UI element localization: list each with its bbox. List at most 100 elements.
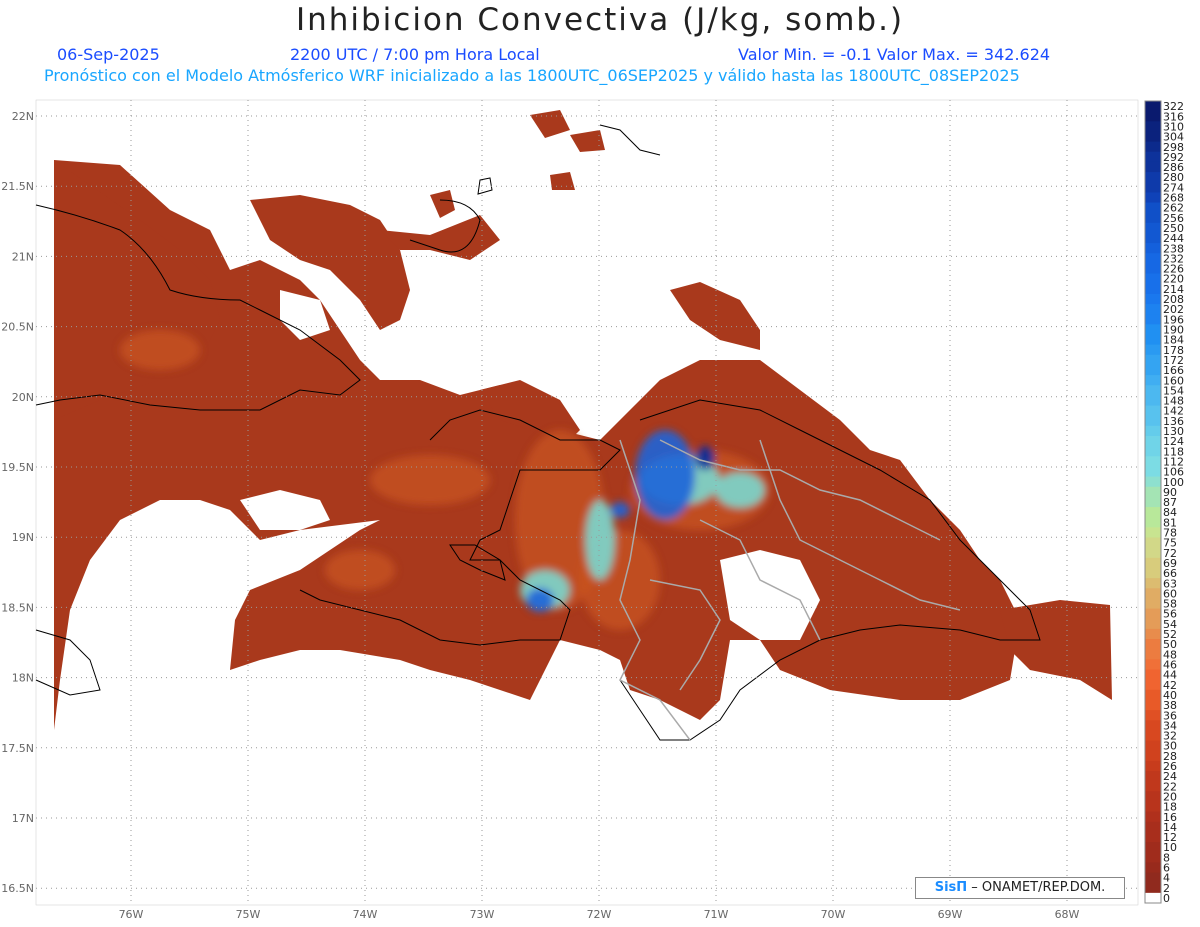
colorbar-swatch <box>1145 547 1161 559</box>
lon-label: 70W <box>821 908 846 921</box>
lat-label: 17.5N <box>1 742 34 755</box>
colorbar-swatch <box>1145 801 1161 813</box>
lon-label: 69W <box>938 908 963 921</box>
colorbar-swatch <box>1145 608 1161 620</box>
lat-label: 18N <box>12 672 34 685</box>
colorbar-swatch <box>1145 659 1161 671</box>
colorbar-swatch <box>1145 791 1161 802</box>
colorbar-swatch <box>1145 496 1161 508</box>
lon-label: 75W <box>236 908 261 921</box>
colorbar-swatch <box>1145 771 1161 782</box>
lat-label: 19N <box>12 531 34 544</box>
lat-label: 21N <box>12 250 34 263</box>
colorbar-swatch <box>1145 537 1161 549</box>
colorbar-swatch <box>1145 324 1161 335</box>
lat-label: 18.5N <box>1 601 34 614</box>
colorbar-swatch <box>1145 578 1161 589</box>
colorbar-swatch <box>1145 425 1161 437</box>
colorbar-swatch <box>1145 852 1161 863</box>
colorbar-swatch <box>1145 527 1161 539</box>
colorbar: 3223163103042982922862802742682622562502… <box>1144 100 1184 905</box>
sispi-logo: SisΠ <box>934 880 968 895</box>
colorbar-swatch <box>1145 222 1161 234</box>
colorbar-swatch <box>1145 415 1161 427</box>
lat-label: 20.5N <box>1 321 34 334</box>
colorbar-swatch <box>1145 872 1161 884</box>
colorbar-swatch <box>1145 212 1161 224</box>
colorbar-swatch <box>1145 446 1161 457</box>
colorbar-swatch <box>1145 476 1161 488</box>
colorbar-swatch <box>1145 598 1161 610</box>
colorbar-swatch <box>1145 567 1161 579</box>
colorbar-swatch <box>1145 517 1161 528</box>
lon-label: 76W <box>119 908 144 921</box>
colorbar-swatch <box>1145 588 1161 599</box>
colorbar-swatch <box>1145 151 1161 163</box>
colorbar-swatch <box>1145 202 1161 214</box>
map-canvas: 22N 21.5N 21N 20.5N 20N 19.5N 19N 18.5N 18N 17.5N… <box>1 99 1184 921</box>
colorbar-swatch <box>1145 862 1161 874</box>
colorbar-swatch <box>1145 436 1161 447</box>
colorbar-swatch <box>1145 679 1161 691</box>
lon-label: 74W <box>353 908 378 921</box>
colorbar-swatch <box>1145 628 1161 640</box>
colorbar-swatch <box>1145 618 1161 630</box>
colorbar-swatch <box>1145 192 1161 204</box>
lon-label: 68W <box>1055 908 1080 921</box>
colorbar-swatch <box>1145 111 1161 122</box>
colorbar-swatch <box>1145 760 1161 772</box>
colorbar-swatch <box>1145 720 1161 731</box>
colorbar-swatch <box>1145 172 1161 183</box>
colorbar-swatch <box>1145 232 1161 244</box>
colorbar-swatch <box>1145 405 1161 417</box>
lon-label: 71W <box>704 908 729 921</box>
colorbar-swatch <box>1145 557 1161 569</box>
colorbar-swatch <box>1145 740 1161 752</box>
colorbar-swatch <box>1145 882 1161 894</box>
colorbar-swatch <box>1145 334 1161 346</box>
colorbar-swatch <box>1145 263 1161 275</box>
colorbar-swatch <box>1145 821 1161 833</box>
colorbar-swatch <box>1145 121 1161 132</box>
lat-label: 19.5N <box>1 461 34 474</box>
lat-label: 21.5N <box>1 180 34 193</box>
colorbar-swatch <box>1145 364 1161 376</box>
colorbar-swatch <box>1145 811 1161 823</box>
colorbar-swatch <box>1145 699 1161 711</box>
colorbar-swatch <box>1145 781 1161 792</box>
colorbar-swatch <box>1145 375 1161 386</box>
colorbar-swatch <box>1145 507 1161 518</box>
colorbar-swatch <box>1145 314 1161 325</box>
colorbar-swatch <box>1145 892 1161 904</box>
lat-label: 22N <box>12 110 34 123</box>
lat-label: 20N <box>12 391 34 404</box>
colorbar-swatch <box>1145 131 1161 143</box>
colorbar-swatch <box>1145 101 1161 112</box>
colorbar-swatch <box>1145 730 1161 742</box>
colorbar-swatch <box>1145 669 1161 681</box>
colorbar-swatch <box>1145 842 1161 853</box>
colorbar-swatch <box>1145 273 1161 285</box>
credit-text: – ONAMET/REP.DOM. <box>967 880 1106 895</box>
colorbar-label: 0 <box>1163 892 1170 905</box>
colorbar-swatch <box>1145 344 1161 356</box>
colorbar-swatch <box>1145 253 1161 264</box>
lat-label: 16.5N <box>1 882 34 895</box>
colorbar-swatch <box>1145 750 1161 762</box>
colorbar-swatch <box>1145 649 1161 660</box>
colorbar-swatch <box>1145 466 1161 478</box>
colorbar-swatch <box>1145 293 1161 305</box>
colorbar-swatch <box>1145 639 1161 650</box>
colorbar-swatch <box>1145 354 1161 366</box>
colorbar-swatch <box>1145 304 1161 315</box>
longitude-labels: 76W 75W 74W 73W 72W 71W 70W 69W 68W <box>119 908 1080 921</box>
lon-label: 73W <box>470 908 495 921</box>
colorbar-swatch <box>1145 283 1161 295</box>
colorbar-swatch <box>1145 141 1161 153</box>
latitude-labels: 22N 21.5N 21N 20.5N 20N 19.5N 19N 18.5N 18N 17.5N… <box>1 110 34 895</box>
colorbar-swatch <box>1145 395 1161 407</box>
colorbar-swatch <box>1145 486 1161 498</box>
colorbar-swatch <box>1145 831 1161 843</box>
colorbar-swatch <box>1145 710 1161 721</box>
lon-label: 72W <box>587 908 612 921</box>
